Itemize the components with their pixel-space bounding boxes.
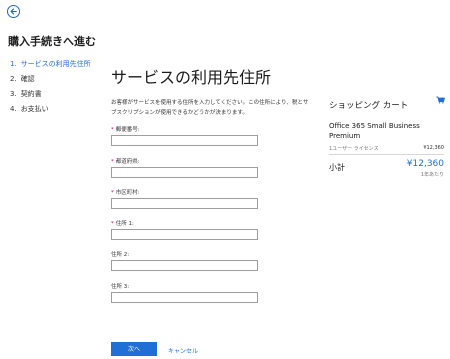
step-label: 確認	[20, 75, 35, 83]
prefecture-label: * 都道府県:	[111, 159, 140, 165]
step-confirm[interactable]: 2. 確認	[10, 75, 91, 90]
city-label: * 市区町村:	[111, 190, 140, 196]
cart-line-price: ¥12,360	[423, 145, 444, 151]
step-label: サービスの利用先住所	[20, 60, 91, 68]
step-service-address[interactable]: 1. サービスの利用先住所	[10, 60, 91, 75]
subtotal-value: ¥12,360	[406, 159, 444, 169]
step-agreement[interactable]: 3. 契約書	[10, 90, 91, 105]
next-button[interactable]: 次へ	[111, 342, 157, 356]
cart-divider	[329, 154, 444, 155]
cart-title: ショッピング カート	[329, 101, 409, 111]
intro-text: お客様がサービスを使用する住所を入力してください。この住所により、税とサブスクリ…	[111, 100, 309, 116]
address-line-3-label: 住所 3:	[111, 284, 130, 290]
cart-license: 1ユーザー ライセンス	[329, 146, 379, 152]
address-line-2-label: 住所 2:	[111, 252, 130, 258]
address-line-1-label: * 住所 1:	[111, 221, 134, 227]
step-payment[interactable]: 4. お支払い	[10, 105, 91, 120]
prefecture-input[interactable]	[111, 167, 258, 178]
city-input[interactable]	[111, 198, 258, 209]
checkout-title: 購入手続きへ進む	[8, 35, 96, 48]
arrow-left-icon	[10, 8, 17, 15]
back-button[interactable]	[7, 5, 20, 18]
postal-code-label: * 郵便番号:	[111, 127, 140, 133]
cancel-link[interactable]: キャンセル	[168, 346, 198, 355]
step-label: 契約書	[20, 90, 42, 98]
checkout-steps: 1. サービスの利用先住所 2. 確認 3. 契約書 4. お支払い	[10, 60, 91, 120]
cart-product-name: Office 365 Small Business Premium	[329, 122, 420, 140]
page-title: サービスの利用先住所	[111, 68, 272, 87]
per-year-note: 1年あたり	[420, 172, 444, 178]
address-line-1-input[interactable]	[111, 229, 258, 240]
address-line-2-input[interactable]	[111, 260, 258, 271]
subtotal-label: 小計	[329, 163, 345, 172]
postal-code-input[interactable]	[111, 135, 258, 146]
shopping-cart-icon[interactable]	[436, 96, 445, 104]
address-line-3-input[interactable]	[111, 292, 258, 303]
step-label: お支払い	[20, 105, 49, 113]
